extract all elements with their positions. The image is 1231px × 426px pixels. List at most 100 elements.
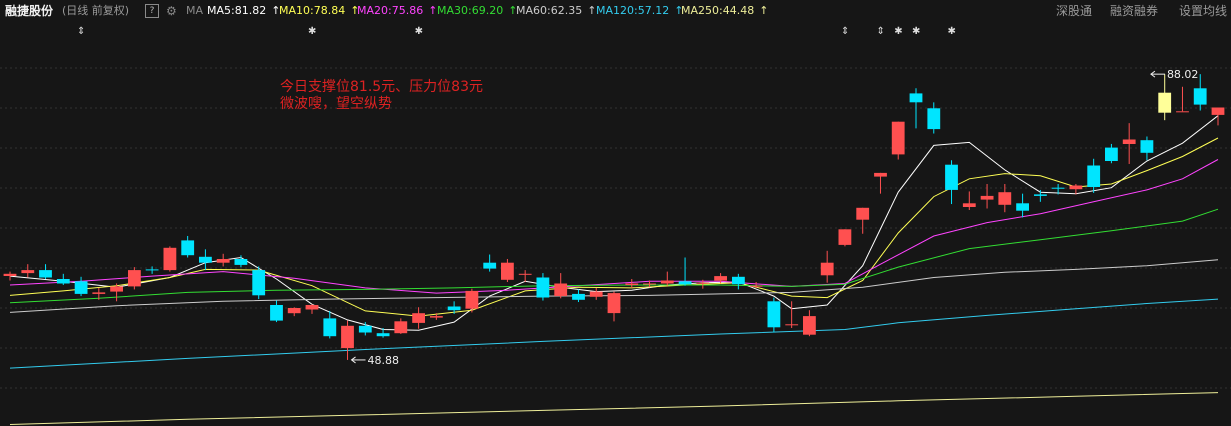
event-marker[interactable]: ⇕: [841, 26, 849, 37]
event-marker[interactable]: ⇕: [77, 26, 85, 37]
candle[interactable]: [643, 283, 656, 285]
candle[interactable]: [1122, 139, 1136, 145]
candle[interactable]: [181, 240, 195, 256]
candle[interactable]: [501, 262, 514, 280]
candle[interactable]: [1051, 187, 1065, 189]
candle[interactable]: [856, 207, 870, 220]
event-marker[interactable]: ⇕: [876, 26, 884, 37]
candle[interactable]: [803, 316, 816, 335]
kline-chart[interactable]: 48.88 88.02 ⇕ ✱ ✱ ⇕ ⇕ ✱ ✱ ✱ 今日支撑位81.5元、压力位83元微波嗖，望…: [0, 0, 1231, 426]
candle[interactable]: [625, 283, 639, 286]
candle[interactable]: [270, 305, 283, 321]
max-price-label: 88.02: [1167, 68, 1199, 81]
candle[interactable]: [376, 333, 390, 337]
candle[interactable]: [518, 273, 532, 275]
candle[interactable]: [945, 164, 958, 190]
candle[interactable]: [874, 172, 887, 177]
candle[interactable]: [145, 269, 159, 271]
candle[interactable]: [1105, 147, 1118, 161]
candle[interactable]: [252, 270, 266, 296]
candle[interactable]: [39, 270, 52, 278]
candle[interactable]: [163, 247, 177, 271]
period-label[interactable]: (日线 前复权): [62, 0, 129, 22]
candle[interactable]: [536, 277, 550, 298]
event-marker[interactable]: ✱: [894, 26, 902, 37]
set-ma-link[interactable]: 设置均线: [1179, 0, 1227, 22]
candle[interactable]: [962, 203, 976, 207]
candle[interactable]: [1158, 92, 1172, 113]
stock-name: 融捷股份: [5, 4, 54, 18]
candle[interactable]: [56, 279, 70, 284]
event-marker[interactable]: ✱: [415, 26, 423, 37]
ma30-indicator: MA30:69.20 ↑: [437, 0, 517, 22]
candle[interactable]: [394, 321, 408, 334]
arrow-up-icon: ↑: [759, 4, 769, 17]
help-icon[interactable]: ?: [145, 4, 159, 18]
candle[interactable]: [74, 281, 88, 294]
candle[interactable]: [1087, 165, 1101, 188]
candle[interactable]: [820, 262, 834, 276]
candle[interactable]: [891, 121, 905, 155]
candle[interactable]: [430, 316, 443, 318]
event-marker[interactable]: ✱: [308, 26, 316, 37]
sz-connect-link[interactable]: 深股通: [1056, 0, 1092, 22]
candle[interactable]: [341, 325, 354, 349]
candle[interactable]: [216, 259, 230, 263]
candle[interactable]: [714, 276, 727, 281]
candle[interactable]: [767, 301, 781, 328]
candle[interactable]: [323, 318, 337, 337]
candle[interactable]: [110, 286, 123, 292]
candle[interactable]: [607, 293, 621, 314]
candle[interactable]: [92, 292, 106, 294]
ma-toggle[interactable]: MA: [186, 0, 203, 22]
candle[interactable]: [305, 305, 319, 310]
candle[interactable]: [660, 280, 674, 284]
candle[interactable]: [1211, 107, 1225, 115]
ma10-indicator: MA10:78.84 ↑: [279, 0, 359, 22]
ma5-indicator: MA5:81.82 ↑: [207, 0, 280, 22]
margin-trading-link[interactable]: 融资融券: [1110, 0, 1158, 22]
ma120-value: MA120:57.12: [596, 4, 670, 17]
candle[interactable]: [572, 293, 585, 300]
candle[interactable]: [678, 281, 692, 285]
candle[interactable]: [1193, 88, 1207, 105]
candle[interactable]: [1069, 185, 1083, 190]
candle[interactable]: [1140, 140, 1154, 153]
candle[interactable]: [287, 308, 301, 314]
candle[interactable]: [998, 192, 1012, 205]
candle[interactable]: [128, 270, 141, 287]
candle[interactable]: [465, 290, 479, 309]
annotation-line2: 微波嗖，望空纵势: [280, 96, 392, 112]
candle[interactable]: [909, 93, 923, 103]
candle[interactable]: [554, 283, 568, 297]
gear-icon[interactable]: ⚙: [166, 0, 177, 22]
ma250-indicator: MA250:44.48 ↑: [681, 0, 768, 22]
candle[interactable]: [732, 276, 745, 285]
candle[interactable]: [447, 306, 461, 311]
event-marker[interactable]: ✱: [912, 26, 920, 37]
candle[interactable]: [21, 270, 35, 274]
candle[interactable]: [589, 291, 603, 297]
candle[interactable]: [1016, 203, 1029, 211]
chart-header: 融捷股份 (日线 前复权) ? ⚙ MA MA5:81.82 ↑ MA10:78.…: [0, 0, 1231, 22]
candle[interactable]: [483, 262, 497, 269]
candle[interactable]: [696, 282, 710, 284]
candle[interactable]: [980, 195, 994, 200]
ma30-value: MA30:69.20: [437, 4, 504, 17]
candle[interactable]: [1034, 194, 1047, 196]
candle[interactable]: [1176, 111, 1189, 113]
ma60-indicator: MA60:62.35 ↑: [516, 0, 596, 22]
event-marker[interactable]: ✱: [948, 26, 956, 37]
candle[interactable]: [785, 324, 799, 326]
candle[interactable]: [838, 229, 852, 245]
ma250-value: MA250:44.48: [681, 4, 755, 17]
candle[interactable]: [358, 325, 372, 333]
candle[interactable]: [927, 108, 941, 130]
annotation-line1: 今日支撑位81.5元、压力位83元: [280, 79, 483, 95]
candle[interactable]: [234, 259, 248, 265]
candle[interactable]: [749, 285, 763, 287]
candle[interactable]: [199, 256, 212, 263]
ma-line-ma250: [9, 392, 1219, 425]
candle[interactable]: [412, 313, 425, 323]
candle[interactable]: [3, 273, 17, 276]
